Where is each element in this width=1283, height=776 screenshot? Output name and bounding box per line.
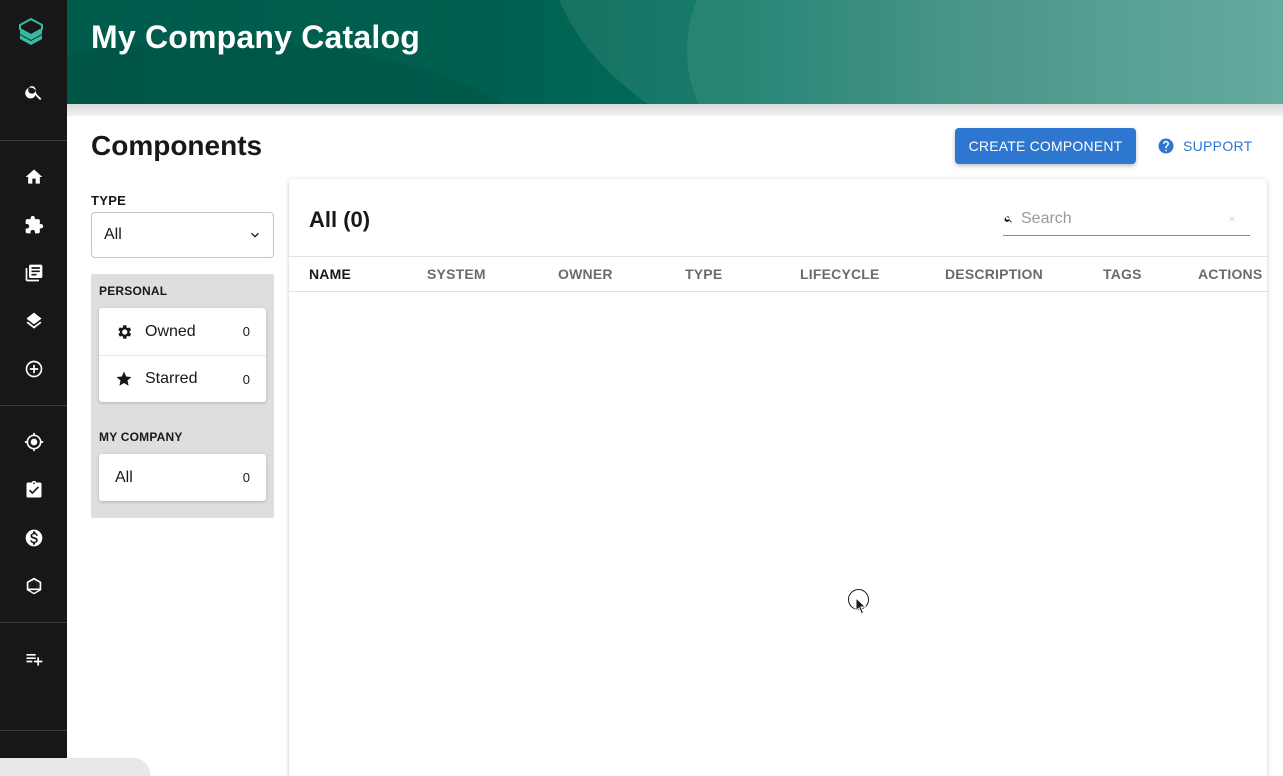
sidebar-divider — [0, 405, 67, 406]
mouse-cursor-icon — [855, 597, 867, 615]
bottom-tooltip-edge — [0, 758, 150, 776]
create-component-button[interactable]: CREATE COMPONENT — [955, 128, 1136, 164]
table-search — [1003, 203, 1250, 236]
search-icon — [1004, 216, 1012, 223]
column-header-description[interactable]: DESCRIPTION — [945, 266, 1043, 282]
filter-all-count: 0 — [242, 470, 250, 485]
clear-icon[interactable] — [1228, 211, 1236, 227]
page-title: Components — [91, 130, 263, 161]
gear-icon — [118, 324, 132, 339]
star-icon — [116, 371, 132, 386]
support-label: SUPPORT — [1183, 138, 1253, 154]
sidebar-graphql-icon[interactable] — [0, 566, 67, 606]
support-button[interactable]: SUPPORT — [1157, 128, 1253, 164]
sidebar-library-books-icon[interactable] — [0, 253, 67, 293]
column-header-actions: ACTIONS — [1198, 266, 1263, 282]
components-table-panel: All (0) NAME SYSTEM OWNER TYPE LIFECYCLE… — [289, 179, 1267, 776]
column-header-lifecycle[interactable]: LIFECYCLE — [800, 266, 880, 282]
chevron-down-icon — [251, 232, 259, 238]
type-filter-label: TYPE — [91, 193, 127, 208]
sidebar-divider — [0, 622, 67, 623]
personal-filter-card: Owned 0 Starred 0 — [99, 308, 266, 402]
main-content: Components CREATE COMPONENT SUPPORT TYPE… — [67, 116, 1283, 776]
filter-starred[interactable]: Starred 0 — [99, 355, 266, 402]
filter-owned[interactable]: Owned 0 — [99, 308, 266, 355]
filter-owned-label: Owned — [145, 322, 196, 340]
table-header-row: NAME SYSTEM OWNER TYPE LIFECYCLE DESCRIP… — [289, 256, 1267, 292]
header-wave-decoration — [687, 0, 1283, 104]
column-header-name[interactable]: NAME — [309, 266, 351, 282]
column-header-tags[interactable]: TAGS — [1103, 266, 1142, 282]
column-header-owner[interactable]: OWNER — [558, 266, 613, 282]
company-filter-card: All 0 — [99, 454, 266, 501]
sidebar-extension-icon[interactable] — [0, 205, 67, 245]
header-shadow — [67, 104, 1283, 116]
filter-all-label: All — [115, 468, 133, 486]
sidebar-playlist-add-icon[interactable] — [0, 639, 67, 679]
filter-owned-count: 0 — [242, 324, 250, 339]
backstage-logo-icon[interactable] — [18, 18, 44, 48]
table-title: All (0) — [309, 207, 371, 232]
column-header-system[interactable]: SYSTEM — [427, 266, 486, 282]
help-icon — [1158, 138, 1174, 154]
my-company-group-label: MY COMPANY — [99, 430, 183, 444]
sidebar-layers-icon[interactable] — [0, 301, 67, 341]
sidebar-assignment-check-icon[interactable] — [0, 470, 67, 510]
sidebar-money-icon[interactable] — [0, 518, 67, 558]
sidebar-divider — [0, 140, 67, 141]
search-input[interactable] — [1021, 204, 1228, 234]
filter-starred-label: Starred — [145, 370, 198, 387]
owner-filter-panel: PERSONAL Owned 0 Starred 0 MY COMPANY Al… — [91, 274, 274, 518]
sidebar-divider — [0, 730, 67, 731]
filter-starred-count: 0 — [242, 371, 250, 387]
header-title: My Company Catalog — [91, 19, 420, 55]
personal-group-label: PERSONAL — [99, 284, 168, 298]
page-header: My Company Catalog — [67, 0, 1283, 104]
column-header-type[interactable]: TYPE — [685, 266, 722, 282]
sidebar-home-icon[interactable] — [0, 157, 67, 197]
sidebar-gps-icon[interactable] — [0, 422, 67, 462]
filter-all[interactable]: All 0 — [99, 454, 266, 501]
sidebar-search-icon[interactable] — [0, 72, 67, 112]
sidebar-add-circle-icon[interactable] — [0, 349, 67, 389]
type-filter-select[interactable]: All — [91, 212, 274, 258]
sidebar — [0, 0, 67, 776]
type-filter-value: All — [104, 226, 122, 243]
